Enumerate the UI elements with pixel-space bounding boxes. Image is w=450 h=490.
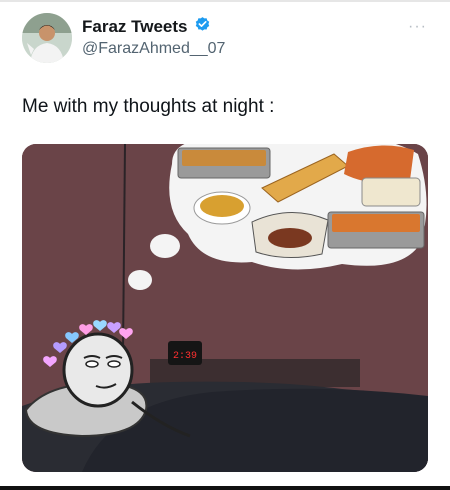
author-handle[interactable]: @FarazAhmed__07: [82, 40, 225, 58]
tweet-media-image[interactable]: 2:39: [22, 144, 428, 472]
bottom-border: [0, 486, 450, 490]
thought-bubble-small: [128, 270, 152, 290]
top-border: [0, 0, 450, 2]
tweet-text: Me with my thoughts at night :: [22, 96, 275, 117]
avatar[interactable]: [22, 13, 72, 63]
more-options-icon[interactable]: ···: [408, 18, 427, 36]
author-name[interactable]: Faraz Tweets: [82, 17, 188, 37]
stick-figure-head: [62, 332, 134, 408]
clock-time: 2:39: [173, 351, 197, 362]
thought-bubble-medium: [150, 234, 180, 258]
verified-badge-icon: [194, 16, 211, 38]
